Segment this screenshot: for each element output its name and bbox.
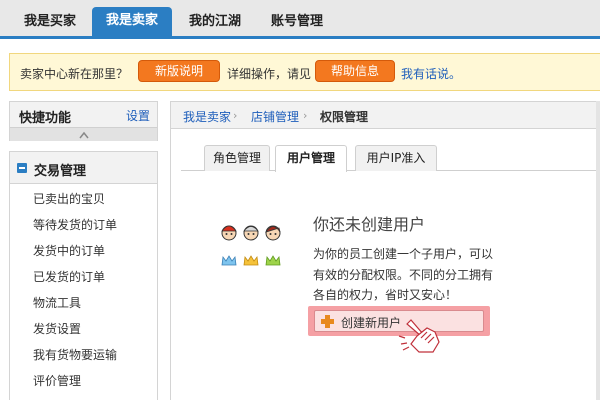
breadcrumb: 我是卖家 › 店铺管理 › 权限管理 (171, 101, 600, 129)
tab-buyer-label: 我是买家 (23, 14, 76, 29)
collapse-minus-icon[interactable] (17, 163, 27, 173)
create-user-label: 创建新用户 (341, 316, 402, 330)
tab-buyer[interactable]: 我是买家 (12, 8, 88, 39)
breadcrumb-seller[interactable]: 我是卖家 (183, 108, 231, 125)
crown-green-icon (265, 255, 281, 266)
menu-item-shipped[interactable]: 已发货的订单 (33, 267, 105, 287)
menu-item-awaiting-shipment[interactable]: 等待发货的订单 (33, 215, 117, 235)
tab-users[interactable]: 用户管理 (275, 145, 347, 172)
top-nav: 我是买家 我是卖家 我的江湖 账号管理 (0, 0, 600, 39)
chevron-up-icon (78, 131, 89, 139)
tab-jianghu-label: 我的江湖 (188, 14, 241, 29)
quick-settings-link[interactable]: 设置 (126, 107, 150, 124)
collapse-toggle[interactable] (10, 127, 157, 141)
trade-management-title: 交易管理 (34, 164, 87, 179)
menu-item-shipping-settings[interactable]: 发货设置 (33, 319, 81, 339)
tab-account-label: 账号管理 (270, 14, 323, 29)
tab-users-label: 用户管理 (286, 151, 335, 165)
feedback-link[interactable]: 我有话说。 (401, 65, 461, 82)
tab-roles-label: 角色管理 (212, 151, 261, 165)
empty-desc-line: 为你的员工创建一个子用户，可以 (313, 247, 494, 261)
tab-roles[interactable]: 角色管理 (204, 145, 270, 171)
crown-blue-icon (221, 255, 237, 266)
help-info-label: 帮助信息 (330, 64, 379, 78)
empty-state-description: 为你的员工创建一个子用户，可以 有效的分配权限。不同的分工拥有 各自的权力，省时… (313, 244, 513, 306)
menu-item-sold[interactable]: 已卖出的宝贝 (33, 189, 105, 209)
notice-bar: 卖家中心新在那里？ 新版说明 详细操作，请见 帮助信息 我有话说。 (9, 53, 600, 91)
trade-management-header[interactable]: 交易管理 (10, 152, 157, 184)
users-illustration (221, 225, 281, 266)
trade-management-panel: 交易管理 已卖出的宝贝 等待发货的订单 发货中的订单 已发货的订单 物流工具 发… (9, 151, 158, 400)
breadcrumb-current: 权限管理 (320, 110, 369, 124)
main-panel: 我是卖家 › 店铺管理 › 权限管理 角色管理 用户管理 用户IP准入 你还未创… (170, 101, 600, 400)
tab-seller-label: 我是卖家 (105, 13, 158, 28)
notice-text-2: 详细操作，请见 (227, 67, 312, 81)
menu-item-reviews[interactable]: 评价管理 (33, 371, 81, 391)
menu-item-logistics[interactable]: 物流工具 (33, 293, 81, 313)
breadcrumb-separator: › (233, 109, 238, 122)
quick-functions-title: 快捷功能 (19, 111, 72, 126)
empty-desc-line: 各自的权力，省时又安心！ (313, 288, 458, 302)
hand-pointer-icon (398, 319, 440, 353)
avatar-2-icon (243, 225, 259, 241)
avatar-1-icon (221, 225, 237, 241)
plus-icon (321, 315, 334, 328)
avatar-3-icon (265, 225, 281, 241)
menu-item-transport[interactable]: 我有货物要运输 (33, 345, 117, 365)
breadcrumb-separator: › (303, 109, 308, 122)
new-version-button[interactable]: 新版说明 (138, 60, 220, 82)
crown-gold-icon (243, 255, 259, 266)
breadcrumb-store[interactable]: 店铺管理 (251, 108, 299, 125)
empty-state-title: 你还未创建用户 (313, 215, 426, 234)
tab-jianghu[interactable]: 我的江湖 (178, 8, 252, 39)
empty-desc-line: 有效的分配权限。不同的分工拥有 (313, 267, 494, 282)
tab-user-ip[interactable]: 用户IP准入 (355, 145, 437, 171)
notice-text-1: 卖家中心新在那里？ (20, 67, 129, 81)
tab-user-ip-label: 用户IP准入 (366, 151, 426, 165)
menu-item-shipping[interactable]: 发货中的订单 (33, 241, 105, 261)
new-version-label: 新版说明 (154, 64, 203, 78)
help-info-button[interactable]: 帮助信息 (315, 60, 395, 82)
tab-account[interactable]: 账号管理 (260, 8, 334, 39)
tab-seller[interactable]: 我是卖家 (92, 7, 172, 39)
quick-functions-panel: 快捷功能 设置 (9, 101, 158, 141)
scrollbar[interactable] (596, 101, 600, 400)
